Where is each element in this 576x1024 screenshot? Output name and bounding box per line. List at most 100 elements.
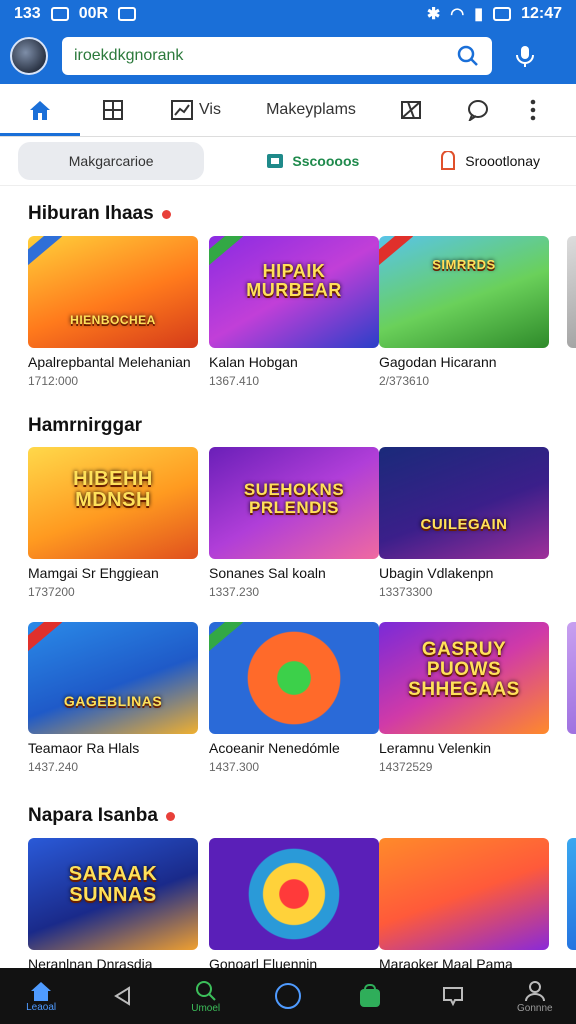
signal-icon: ▮ bbox=[474, 6, 484, 23]
home-icon bbox=[30, 101, 50, 120]
shop-icon bbox=[267, 153, 284, 168]
game-thumbnail[interactable]: SIMRRDS bbox=[379, 236, 549, 348]
game-title: Acoeanir Nenedómle bbox=[209, 740, 340, 756]
game-card[interactable]: HIBEHH MDNSH Mamgai Sr Ehggiean 1737200 bbox=[28, 447, 198, 599]
tab-more[interactable] bbox=[510, 84, 556, 136]
tab-marketplace[interactable]: Makeyplams bbox=[246, 84, 376, 136]
game-thumbnail[interactable]: SUEHOKNS PRLENDIS bbox=[209, 447, 379, 559]
game-card[interactable] bbox=[567, 447, 576, 559]
game-card[interactable]: SARAAK SUNNAS Neranlnan Dnrasdia bbox=[28, 838, 198, 968]
game-thumbnail[interactable] bbox=[567, 447, 576, 559]
game-thumbnail[interactable]: GAGEBLINAS bbox=[28, 622, 198, 734]
cast-icon bbox=[118, 7, 137, 21]
search-icon bbox=[195, 980, 216, 1001]
tab-map[interactable] bbox=[376, 84, 446, 136]
game-card[interactable]: Gonoarl Eluennin bbox=[209, 838, 379, 968]
nav-home-circle[interactable] bbox=[253, 982, 323, 1010]
grid-icon bbox=[103, 100, 123, 120]
status-left-text: 133 bbox=[14, 5, 41, 22]
game-thumbnail[interactable]: GASRUY PUOWS SHHEGAAS bbox=[379, 622, 549, 734]
game-row: HIENBOCHEA Apalrepbantal Melehanian 1712… bbox=[28, 236, 576, 406]
game-card[interactable] bbox=[567, 838, 576, 950]
top-tabs: Vis Makeyplams bbox=[0, 84, 576, 137]
bottom-nav: Leaoal Umoel Gonnne bbox=[0, 968, 576, 1024]
chip-category[interactable]: Makgarcarioe bbox=[18, 141, 205, 180]
game-card[interactable] bbox=[567, 236, 576, 348]
game-thumbnail[interactable]: HIENBOCHEA bbox=[28, 236, 198, 348]
tab-grid[interactable] bbox=[80, 84, 146, 136]
game-thumbnail[interactable] bbox=[567, 838, 576, 950]
game-thumbnail[interactable]: SARAAK SUNNAS bbox=[28, 838, 198, 950]
section-title: Hiburan Ihaas bbox=[28, 203, 171, 225]
game-title: Apalrepbantal Melehanian bbox=[28, 354, 191, 370]
game-title: Maraoker Maal Pama bbox=[379, 956, 513, 968]
game-thumbnail[interactable]: HIPAIK MURBEAR bbox=[209, 236, 379, 348]
circle-home-icon bbox=[274, 983, 301, 1009]
tab-home[interactable] bbox=[0, 84, 80, 136]
game-card[interactable]: HIENBOCHEA Apalrepbantal Melehanian 1712… bbox=[28, 236, 198, 388]
game-card[interactable]: Maraoker Maal Pama bbox=[379, 838, 549, 968]
game-card[interactable] bbox=[567, 622, 576, 734]
tab-chat[interactable] bbox=[446, 84, 510, 136]
game-count: 14372529 bbox=[379, 760, 433, 774]
game-card[interactable]: SUEHOKNS PRLENDIS Sonanes Sal koaln 1337… bbox=[209, 447, 379, 599]
nav-back[interactable] bbox=[88, 984, 158, 1008]
game-count: 1712:000 bbox=[28, 374, 79, 388]
game-logo-text: SIMRRDS bbox=[432, 257, 496, 272]
search-input[interactable]: iroekdkgnorank bbox=[74, 47, 456, 65]
chip-scores-label: Sscoooos bbox=[292, 152, 360, 169]
game-logo-text: SARAAK SUNNAS bbox=[68, 863, 158, 906]
game-card[interactable]: GASRUY PUOWS SHHEGAAS Leramnu Velenkin 1… bbox=[379, 622, 549, 774]
game-logo-text: HIPAIK MURBEAR bbox=[246, 261, 342, 300]
mic-icon bbox=[516, 46, 534, 67]
search-bar[interactable]: iroekdkgnorank bbox=[62, 37, 492, 75]
game-row: HIBEHH MDNSH Mamgai Sr Ehggiean 1737200 … bbox=[28, 447, 576, 617]
tab-vis[interactable]: Vis bbox=[146, 84, 246, 136]
home-icon bbox=[31, 981, 52, 1001]
game-card[interactable]: GAGEBLINAS Teamaor Ra Hlals 1437.240 bbox=[28, 622, 198, 774]
game-thumbnail[interactable] bbox=[567, 622, 576, 734]
section-title-text: Hiburan Ihaas bbox=[28, 203, 154, 224]
nav-home-label: Leaoal bbox=[26, 1001, 57, 1013]
nav-games[interactable] bbox=[335, 983, 405, 1009]
chat-icon bbox=[468, 100, 488, 121]
nav-profile-label: Gonnne bbox=[517, 1002, 553, 1014]
game-thumbnail[interactable] bbox=[379, 838, 549, 950]
game-thumbnail[interactable] bbox=[567, 236, 576, 348]
game-thumbnail[interactable] bbox=[209, 838, 379, 950]
notification-icon bbox=[50, 7, 69, 21]
chip-scores[interactable]: Sscoooos bbox=[248, 142, 377, 180]
status-mid-text: 00R bbox=[78, 5, 109, 22]
game-card[interactable]: Acoeanir Nenedómle 1437.300 bbox=[209, 622, 379, 774]
avatar[interactable] bbox=[10, 37, 48, 75]
bluetooth-icon: ✱ bbox=[426, 6, 441, 23]
game-card[interactable]: HIPAIK MURBEAR Kalan Hobgan 1367.410 bbox=[209, 236, 379, 388]
game-card[interactable]: SIMRRDS Gagodan Hicarann 2/373610 bbox=[379, 236, 549, 388]
game-logo-text: HIBEHH MDNSH bbox=[73, 468, 153, 511]
game-thumbnail[interactable]: CUILEGAIN bbox=[379, 447, 549, 559]
store-icon bbox=[360, 984, 381, 1007]
chip-shortlist[interactable]: Sroootlonay bbox=[421, 142, 558, 180]
search-icon[interactable] bbox=[456, 44, 480, 68]
chip-category-label: Makgarcarioe bbox=[68, 152, 154, 169]
game-logo-text: CUILEGAIN bbox=[420, 516, 508, 533]
nav-profile[interactable]: Gonnne bbox=[500, 979, 570, 1014]
game-count: 1437.240 bbox=[28, 760, 79, 774]
status-bar: 133 00R ✱ ◠ ▮ 12:47 bbox=[0, 0, 576, 28]
nav-home[interactable]: Leaoal bbox=[6, 980, 76, 1013]
nav-search[interactable]: Umoel bbox=[171, 979, 241, 1014]
ribbon-badge bbox=[209, 622, 244, 655]
ribbon-badge bbox=[28, 236, 63, 269]
game-thumbnail[interactable] bbox=[209, 622, 379, 734]
game-count: 2/373610 bbox=[379, 374, 430, 388]
profile-icon bbox=[524, 980, 545, 1001]
game-thumbnail[interactable]: HIBEHH MDNSH bbox=[28, 447, 198, 559]
game-title: Teamaor Ra Hlals bbox=[28, 740, 140, 756]
nav-messages[interactable] bbox=[418, 984, 488, 1008]
more-vert-icon bbox=[530, 99, 536, 121]
section-title: Napara Isanba bbox=[28, 805, 175, 827]
map-icon bbox=[401, 101, 421, 119]
mic-button[interactable] bbox=[510, 41, 540, 71]
game-card[interactable]: CUILEGAIN Ubagin Vdlakenpn 13373300 bbox=[379, 447, 549, 599]
bookmark-icon bbox=[441, 150, 456, 170]
